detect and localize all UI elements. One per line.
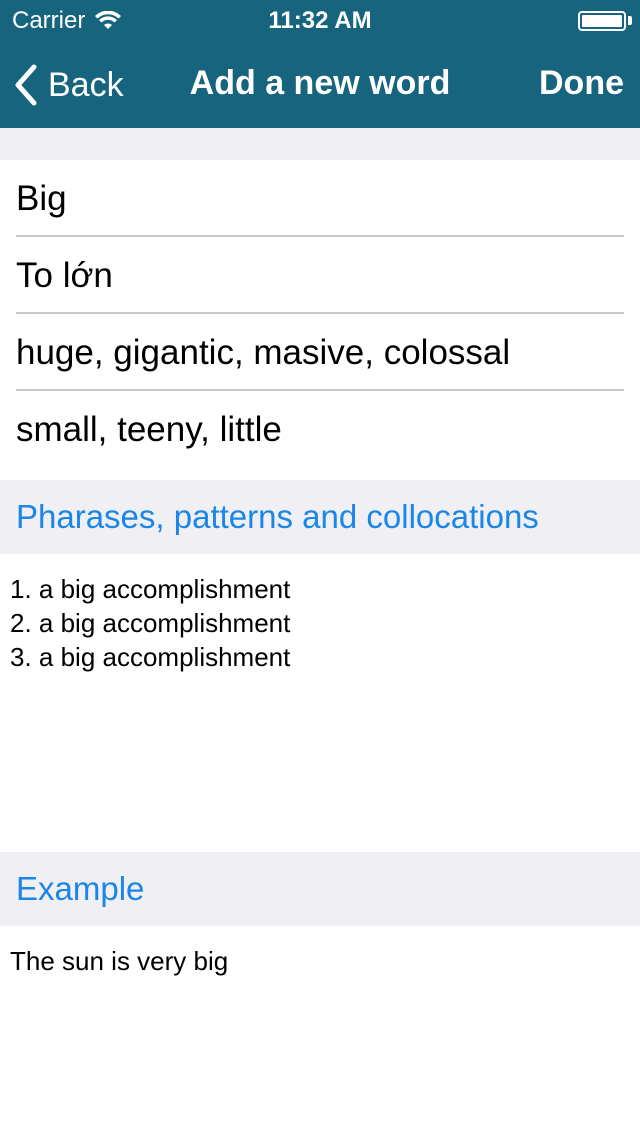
battery-fill (582, 15, 622, 27)
battery-tip (628, 16, 632, 25)
example-text: The sun is very big (10, 946, 229, 976)
meaning-field[interactable] (16, 237, 624, 314)
phrase-item: 2. a big accomplishment (10, 608, 291, 638)
status-bar: Carrier 11:32 AM (0, 0, 640, 40)
word-field[interactable] (16, 160, 624, 237)
word-row (0, 160, 640, 237)
synonyms-row (0, 314, 640, 391)
example-text-area[interactable]: The sun is very big (0, 926, 640, 1136)
meaning-row (0, 237, 640, 314)
status-time: 11:32 AM (268, 7, 372, 34)
phrases-text-area[interactable]: 1. a big accomplishment 2. a big accompl… (0, 554, 640, 852)
battery-icon (578, 11, 626, 31)
antonyms-field[interactable] (16, 391, 624, 468)
example-section-header: Example (0, 852, 640, 926)
phrases-section-header: Pharases, patterns and collocations (0, 480, 640, 554)
navigation-bar: Carrier 11:32 AM Back Add a new word Don… (0, 0, 640, 128)
antonyms-row (0, 391, 640, 468)
done-button[interactable]: Done (539, 64, 624, 103)
phrase-item: 1. a big accomplishment (10, 574, 291, 604)
phrase-item: 3. a big accomplishment (10, 642, 291, 672)
top-spacer (0, 128, 640, 160)
synonyms-field[interactable] (16, 314, 624, 391)
